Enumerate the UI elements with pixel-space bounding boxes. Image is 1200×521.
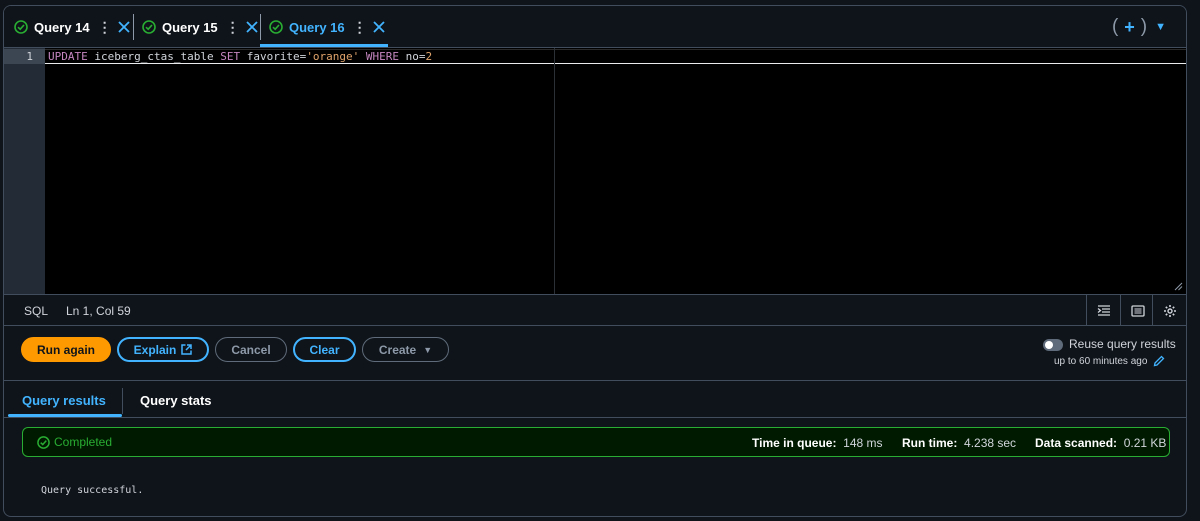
format-query-button[interactable] [1086, 295, 1120, 326]
code-token-keyword: UPDATE [48, 50, 88, 63]
tab-query-15[interactable]: Query 15 ⋮ [142, 12, 258, 42]
shortcuts-button[interactable] [1120, 295, 1154, 326]
code-token-number: 2 [425, 50, 433, 63]
keyboard-icon [1130, 304, 1145, 317]
tab-query-16[interactable]: Query 16 ⋮ [269, 12, 385, 42]
run-time-value: 4.238 sec [964, 436, 1017, 450]
language-label: SQL [24, 304, 49, 318]
tab-query-stats[interactable]: Query stats [140, 393, 212, 408]
tab-menu-icon[interactable]: ⋮ [353, 19, 367, 36]
run-again-button[interactable]: Run again [21, 337, 111, 362]
cursor-position: Ln 1, Col 59 [66, 304, 131, 318]
reuse-results-sublabel: up to 60 minutes ago [1054, 356, 1148, 367]
section-divider [4, 380, 1186, 381]
settings-button[interactable] [1152, 295, 1186, 326]
clear-button[interactable]: Clear [293, 337, 356, 362]
success-check-icon [269, 20, 283, 34]
active-tab-indicator [260, 44, 388, 47]
code-token-plain: favorite= [240, 50, 307, 63]
editor-status-bar: SQL Ln 1, Col 59 [4, 294, 1186, 326]
create-label: Create [378, 342, 417, 357]
sql-editor[interactable]: 1 UPDATE iceberg_ctas_table SET favorite… [4, 48, 1186, 294]
cancel-button[interactable]: Cancel [215, 337, 287, 362]
close-icon[interactable] [246, 21, 258, 33]
add-query-group: ( + ) ▼ [1112, 16, 1166, 38]
success-check-icon [142, 20, 156, 34]
code-token-keyword: WHERE [365, 50, 400, 63]
tab-menu-icon[interactable]: ⋮ [226, 19, 240, 36]
query-tab-bar: Query 14 ⋮ Query 15 ⋮ Query 16 ⋮ ( + ) ▼ [4, 6, 1186, 48]
code-token-plain: iceberg_ctas_table [87, 50, 221, 63]
explain-label: Explain [133, 342, 177, 357]
completed-label: Completed [54, 435, 113, 449]
print-margin [554, 48, 555, 294]
query-status-banner: Completed Time in queue: 148 ms Run time… [22, 427, 1170, 457]
data-scanned-label: Data scanned: [1035, 436, 1118, 450]
success-check-icon [14, 20, 28, 34]
tab-label: Query 16 [289, 19, 345, 35]
tab-query-14[interactable]: Query 14 ⋮ [14, 12, 130, 42]
tab-separator [122, 388, 123, 414]
results-tabs-underline [4, 417, 1186, 418]
query-editor-panel: Query 14 ⋮ Query 15 ⋮ Query 16 ⋮ ( + ) ▼ [3, 5, 1187, 517]
active-results-tab-indicator [8, 414, 122, 417]
code-token-string: 'orange' [306, 50, 360, 63]
caret-down-icon[interactable]: ▼ [1155, 21, 1166, 33]
tab-separator [133, 14, 134, 40]
edit-pencil-icon[interactable] [1153, 355, 1165, 367]
run-time-metric: Run time: 4.238 sec [902, 436, 1016, 450]
tab-label: Query 15 [162, 19, 218, 35]
caret-down-icon: ▼ [423, 344, 433, 355]
line-number: 1 [4, 49, 45, 64]
tab-separator [260, 14, 261, 40]
reuse-results-label: Reuse query results [1069, 337, 1176, 351]
line-gutter [4, 48, 45, 294]
paren-right: ) [1140, 16, 1148, 37]
close-icon[interactable] [373, 21, 385, 33]
resize-handle-icon[interactable] [1174, 282, 1183, 291]
time-in-queue-value: 148 ms [843, 436, 883, 450]
data-scanned-metric: Data scanned: 0.21 KB [1035, 436, 1166, 450]
code-line[interactable]: UPDATE iceberg_ctas_table SET favorite='… [48, 49, 432, 64]
tab-menu-icon[interactable]: ⋮ [98, 19, 112, 36]
success-check-icon [37, 435, 50, 449]
data-scanned-value: 0.21 KB [1123, 436, 1167, 450]
add-tab-icon[interactable]: + [1124, 17, 1135, 38]
time-in-queue-label: Time in queue: [752, 436, 837, 450]
tab-label: Query 14 [34, 19, 90, 35]
reuse-results-toggle[interactable] [1043, 339, 1063, 351]
create-button[interactable]: Create ▼ [362, 337, 449, 362]
run-time-label: Run time: [902, 436, 958, 450]
completed-status: Completed [37, 435, 112, 449]
code-token-plain: no= [399, 50, 426, 63]
external-link-icon [181, 344, 193, 355]
gear-icon [1163, 304, 1176, 317]
format-icon [1097, 304, 1110, 316]
time-in-queue-metric: Time in queue: 148 ms [752, 436, 883, 450]
result-message: Query successful. [41, 485, 144, 496]
paren-left: ( [1111, 16, 1119, 37]
tab-query-results[interactable]: Query results [22, 393, 106, 408]
close-icon[interactable] [118, 21, 130, 33]
code-token-keyword: SET [220, 50, 241, 63]
explain-button[interactable]: Explain [117, 337, 209, 362]
